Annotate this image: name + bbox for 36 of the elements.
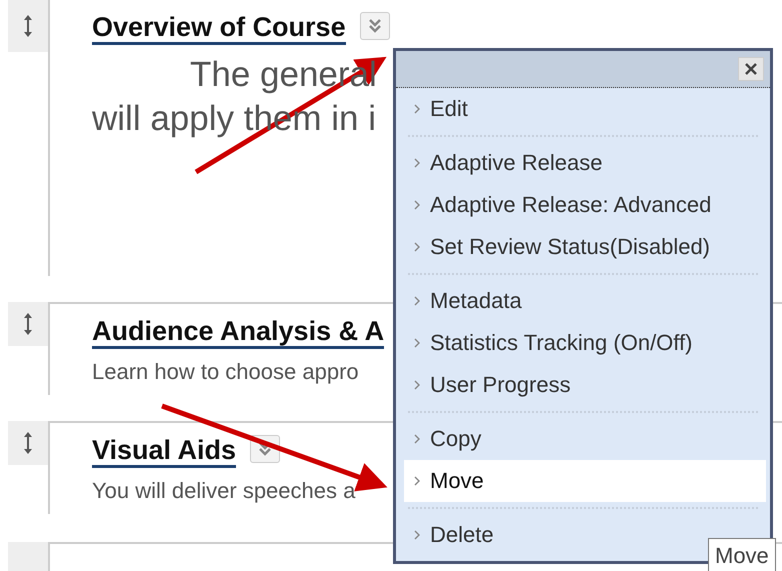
chevron-right-icon: [414, 241, 421, 253]
menu-item[interactable]: Set Review Status(Disabled): [404, 226, 766, 268]
drag-handle[interactable]: [8, 0, 48, 52]
move-arrows-icon: [22, 312, 34, 336]
menu-item[interactable]: Statistics Tracking (On/Off): [404, 322, 766, 364]
item-description: Learn how to choose appro: [92, 359, 359, 385]
double-chevron-icon: [368, 18, 382, 34]
item-description: You will deliver speeches a: [92, 478, 356, 504]
chevron-right-icon: [414, 103, 421, 115]
item-title-link[interactable]: Audience Analysis & A: [92, 316, 384, 349]
menu-item[interactable]: User Progress: [404, 364, 766, 406]
menu-item[interactable]: Move: [404, 460, 766, 502]
menu-item[interactable]: Edit: [404, 88, 766, 130]
chevron-right-icon: [414, 199, 421, 211]
item-title-link[interactable]: Visual Aids: [92, 435, 236, 468]
chevron-right-icon: [414, 157, 421, 169]
menu-item[interactable]: Metadata: [404, 280, 766, 322]
menu-item[interactable]: Adaptive Release: [404, 142, 766, 184]
double-chevron-icon: [258, 441, 272, 457]
chevron-right-icon: [414, 475, 421, 487]
close-icon: [745, 63, 757, 75]
drag-handle[interactable]: [8, 421, 48, 465]
menu-item[interactable]: Adaptive Release: Advanced: [404, 184, 766, 226]
menu-item[interactable]: Copy: [404, 418, 766, 460]
chevron-right-icon: [414, 379, 421, 391]
chevron-right-icon: [414, 295, 421, 307]
chevron-right-icon: [414, 529, 421, 541]
chevron-right-icon: [414, 433, 421, 445]
close-button[interactable]: [738, 57, 764, 81]
item-title-link[interactable]: Overview of Course: [92, 12, 346, 45]
options-button[interactable]: [360, 12, 390, 40]
drag-handle[interactable]: [8, 302, 48, 346]
chevron-right-icon: [414, 337, 421, 349]
tooltip: Move: [708, 538, 776, 571]
move-arrows-icon: [22, 431, 34, 455]
move-arrows-icon: [22, 14, 34, 38]
